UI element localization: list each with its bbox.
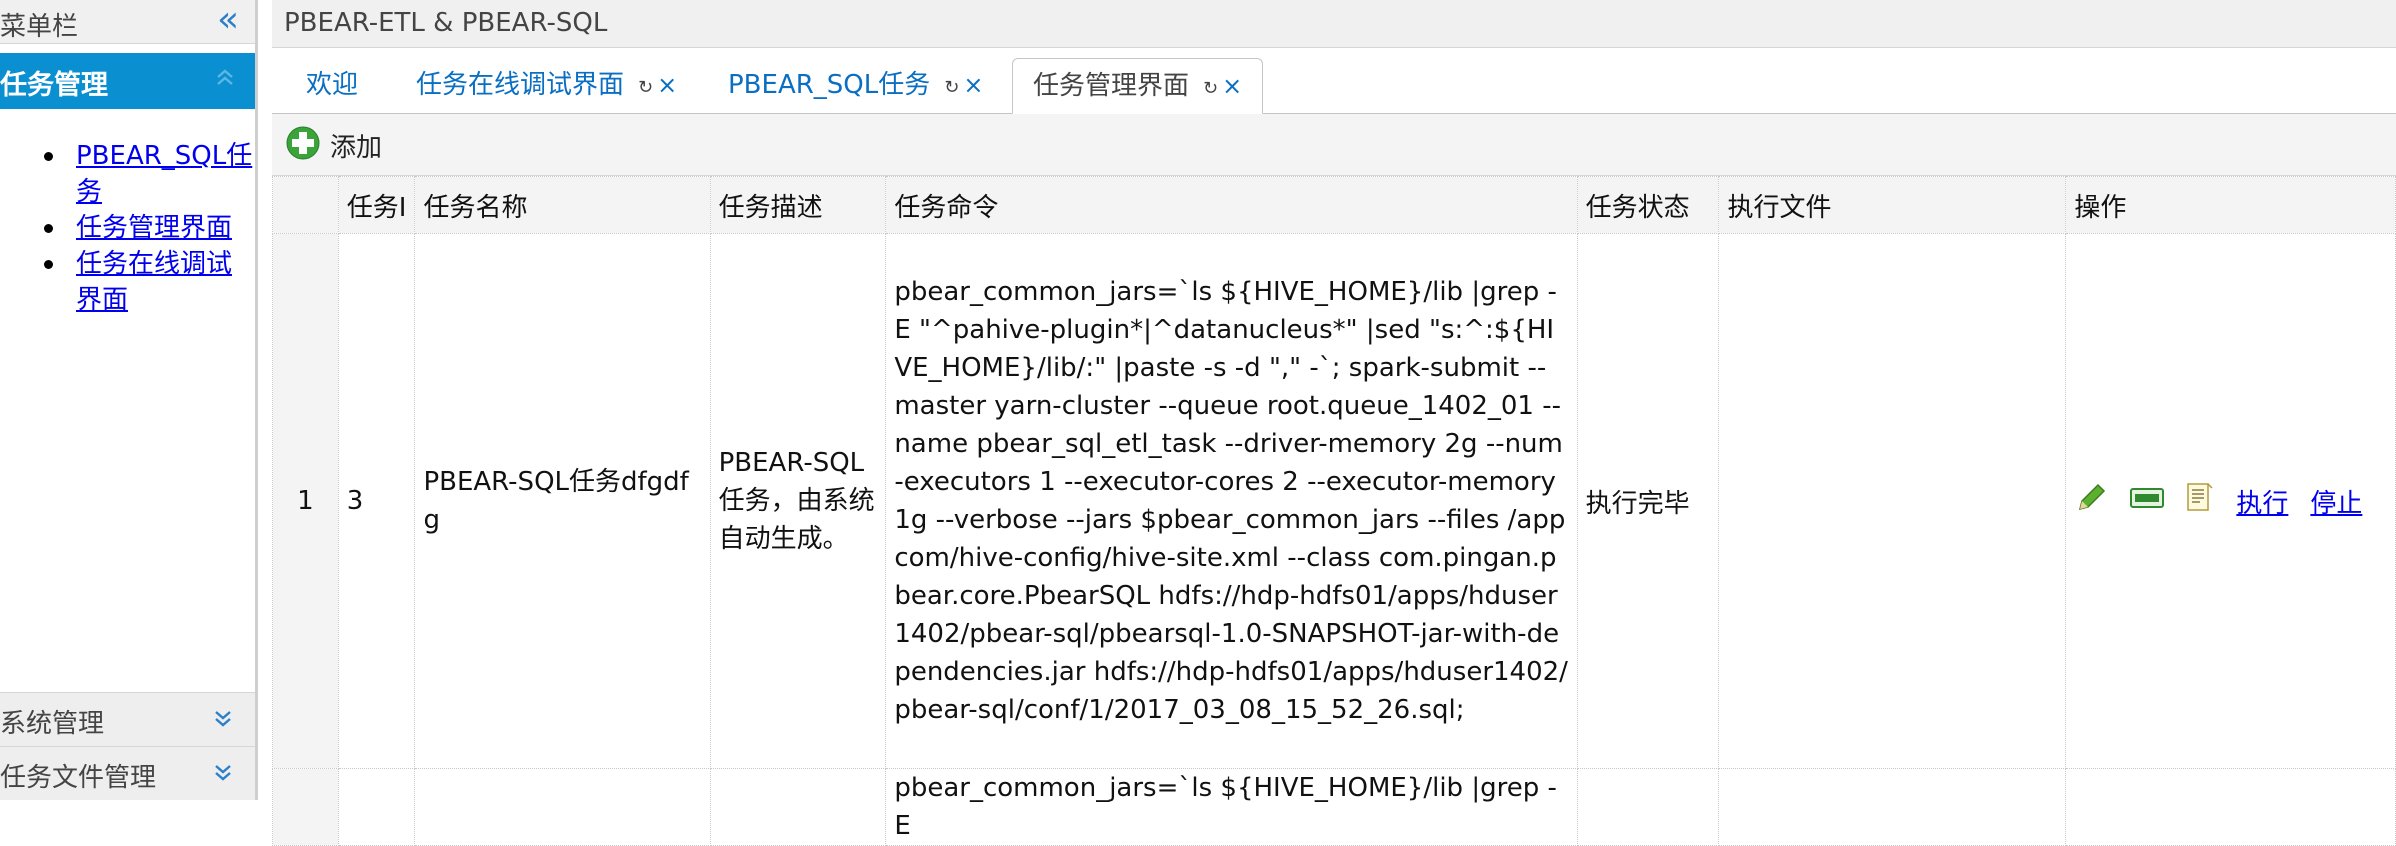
tab-label: 任务在线调试界面	[416, 70, 625, 100]
chevron-up-icon[interactable]	[213, 65, 237, 93]
tab-label: 任务管理界面	[1033, 71, 1190, 101]
tab-pbear-sql-task[interactable]: PBEAR_SQL任务 ↻ ×	[728, 58, 983, 114]
tab-welcome[interactable]: 欢迎	[306, 58, 358, 114]
tab-task-online-debug[interactable]: 任务在线调试界面 ↻ ×	[416, 58, 677, 114]
task-command-cell: pbear_common_jars=`ls ${HIVE_HOME}/lib |…	[885, 768, 1578, 846]
toolbar: 添加	[272, 114, 2396, 176]
sidebar-section-task-management[interactable]: 任务管理	[0, 53, 255, 109]
column-header-exec-file[interactable]: 执行文件	[1718, 176, 2067, 234]
column-header-task-status[interactable]: 任务状态	[1576, 176, 1720, 234]
sidebar: 菜单栏 « 任务管理 PBEAR_SQL任务 任务管理界面 任务在线调试界面 系…	[0, 0, 258, 800]
tab-label: 欢迎	[306, 70, 359, 100]
sidebar-link-task-management[interactable]: 任务管理界面	[76, 213, 232, 243]
sidebar-header: 菜单栏 «	[0, 0, 255, 44]
sidebar-section-title: 系统管理	[0, 709, 105, 739]
table-header-row: 任务I 任务名称 任务描述 任务命令 任务状态 执行文件 操作	[272, 176, 2396, 234]
table-row[interactable]: 1 3 PBEAR-SQL任务dfgdfg PBEAR-SQL任务，由系统自动生…	[272, 233, 2396, 769]
column-header-actions[interactable]: 操作	[2065, 176, 2396, 234]
task-id-cell: 3	[337, 233, 416, 769]
sidebar-section-title: 任务管理	[0, 70, 108, 101]
add-button[interactable]: 添加	[286, 126, 383, 164]
row-number: 1	[272, 233, 339, 769]
close-icon[interactable]: ×	[1222, 72, 1242, 100]
plus-icon	[286, 126, 320, 164]
row-number	[272, 768, 339, 846]
actions-cell	[2065, 768, 2396, 846]
sidebar-title: 菜单栏	[0, 12, 79, 42]
app-title: PBEAR-ETL & PBEAR-SQL	[284, 8, 608, 38]
column-header-task-id[interactable]: 任务I	[337, 176, 416, 234]
column-header-task-command[interactable]: 任务命令	[885, 176, 1578, 234]
exec-file-cell	[1718, 233, 2067, 769]
column-header-task-description[interactable]: 任务描述	[709, 176, 887, 234]
refresh-icon[interactable]: ↻	[638, 77, 653, 98]
refresh-icon[interactable]: ↻	[944, 77, 959, 98]
sidebar-link-pbear-sql-task[interactable]: PBEAR_SQL任务	[76, 141, 252, 207]
app-title-bar: PBEAR-ETL & PBEAR-SQL	[272, 0, 2396, 48]
sidebar-section-title: 任务文件管理	[0, 763, 157, 793]
sidebar-link-task-online-debug[interactable]: 任务在线调试界面	[76, 249, 232, 315]
task-id-cell	[337, 768, 416, 846]
edit-pencil-icon[interactable]	[2074, 481, 2108, 522]
sidebar-section-system-management[interactable]: 系统管理	[0, 692, 255, 746]
sidebar-item-task-online-debug: 任务在线调试界面	[0, 246, 255, 318]
tab-bar: 欢迎 任务在线调试界面 ↻ × PBEAR_SQL任务 ↻ × 任务管理界面 ↻ ×	[272, 48, 2396, 114]
row-number-header	[272, 176, 339, 234]
task-status-cell	[1576, 768, 1720, 846]
task-status-cell: 执行完毕	[1576, 233, 1720, 769]
task-table: 任务I 任务名称 任务描述 任务命令 任务状态 执行文件 操作 1 3 PBEA…	[272, 176, 2396, 846]
chevron-down-icon[interactable]	[211, 707, 235, 735]
config-bar-icon[interactable]	[2130, 486, 2165, 517]
actions-cell: 执行 停止	[2065, 233, 2396, 769]
collapse-sidebar-icon[interactable]: «	[217, 0, 239, 40]
main-panel: PBEAR-ETL & PBEAR-SQL 欢迎 任务在线调试界面 ↻ × PBEA…	[272, 0, 2396, 846]
run-link[interactable]: 执行	[2236, 483, 2288, 520]
tab-label: PBEAR_SQL任务	[728, 70, 931, 100]
sidebar-item-pbear-sql-task: PBEAR_SQL任务	[0, 138, 255, 210]
task-name-cell	[414, 768, 711, 846]
document-icon[interactable]	[2186, 482, 2214, 521]
column-header-task-name[interactable]: 任务名称	[414, 176, 711, 234]
refresh-icon[interactable]: ↻	[1203, 78, 1218, 99]
add-button-label: 添加	[330, 132, 383, 163]
sidebar-section-task-file-management[interactable]: 任务文件管理	[0, 746, 255, 800]
task-description-cell	[709, 768, 887, 846]
task-description-cell: PBEAR-SQL任务，由系统自动生成。	[709, 233, 887, 769]
task-name-cell: PBEAR-SQL任务dfgdfg	[414, 233, 711, 769]
chevron-down-icon[interactable]	[211, 761, 235, 789]
close-icon[interactable]: ×	[657, 71, 677, 99]
tab-task-management[interactable]: 任务管理界面 ↻ ×	[1012, 58, 1264, 114]
table-row[interactable]: pbear_common_jars=`ls ${HIVE_HOME}/lib |…	[272, 768, 2396, 846]
exec-file-cell	[1718, 768, 2067, 846]
close-icon[interactable]: ×	[963, 71, 983, 99]
sidebar-item-task-management: 任务管理界面	[0, 210, 255, 246]
sidebar-menu-list: PBEAR_SQL任务 任务管理界面 任务在线调试界面	[0, 138, 255, 318]
task-command-cell: pbear_common_jars=`ls ${HIVE_HOME}/lib |…	[885, 233, 1578, 769]
stop-link[interactable]: 停止	[2310, 483, 2362, 520]
